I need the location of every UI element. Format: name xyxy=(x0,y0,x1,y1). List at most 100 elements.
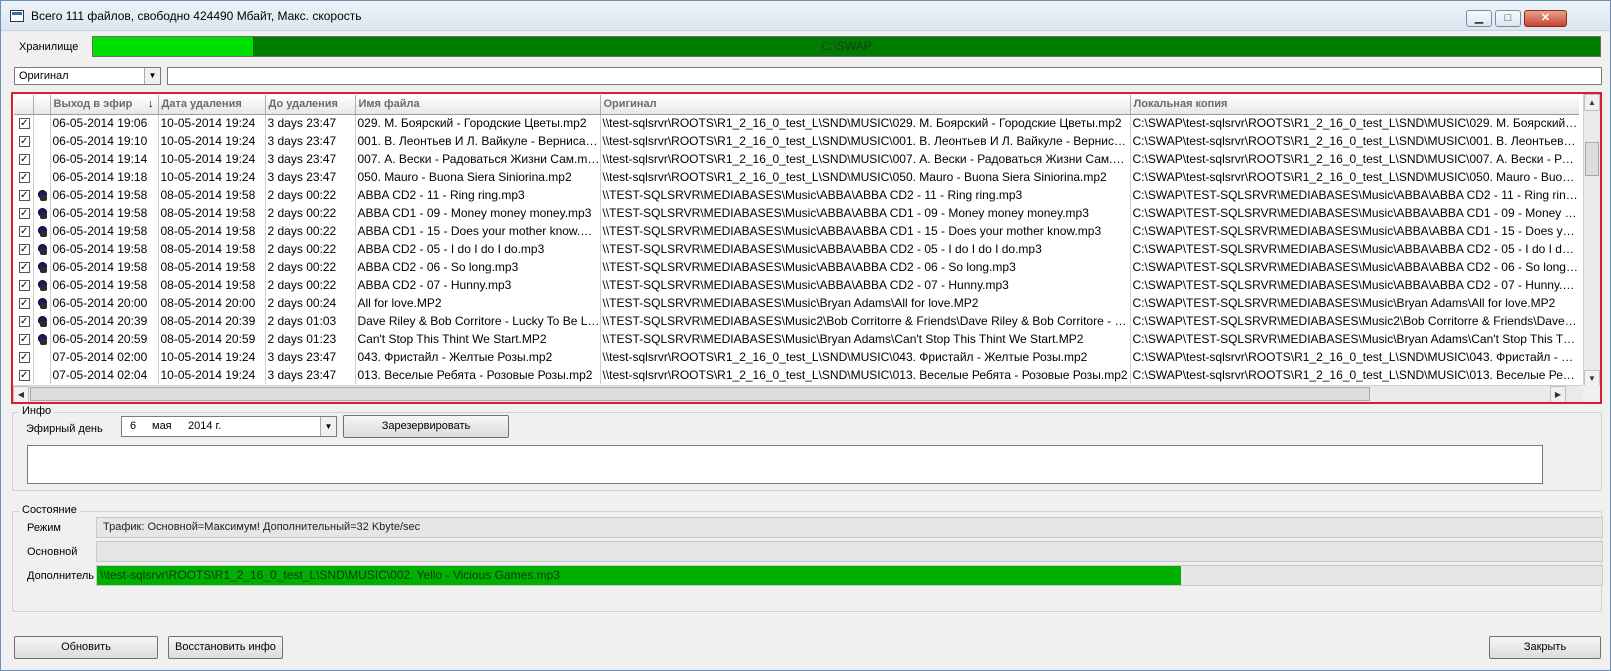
air-day-day[interactable]: 6 xyxy=(130,420,136,432)
row-checkbox[interactable]: ✓ xyxy=(18,315,30,327)
table-row[interactable]: ✓ 06-05-2014 20:00 08-05-2014 20:00 2 days … xyxy=(14,294,1579,312)
table-row[interactable]: ✓ 07-05-2014 02:00 10-05-2014 19:24 3 days … xyxy=(14,348,1579,366)
row-checkbox[interactable]: ✓ xyxy=(18,297,30,309)
maximize-button[interactable]: □ xyxy=(1495,10,1521,27)
col-header-time-left[interactable]: До удаления xyxy=(265,95,356,115)
row-checkbox[interactable]: ✓ xyxy=(18,261,30,273)
row-check-cell: ✓ xyxy=(14,294,34,312)
user-icon xyxy=(37,279,48,292)
table-row[interactable]: ✓ 06-05-2014 19:58 08-05-2014 19:58 2 days … xyxy=(14,258,1579,276)
row-checkbox[interactable]: ✓ xyxy=(18,135,30,147)
filter-select-value: Оригинал xyxy=(19,70,69,82)
time-left-cell: 3 days 23:47 xyxy=(265,114,356,132)
files-grid: Выход в эфир ↓ Дата удаления До удаления … xyxy=(11,92,1602,404)
filename-cell: ABBA CD2 - 05 - I do I do I do.mp3 xyxy=(355,240,601,258)
original-path-cell: \\TEST-SQLSRVR\MEDIABASES\Music\ABBA\ABB… xyxy=(600,276,1131,294)
row-checkbox[interactable]: ✓ xyxy=(18,369,30,381)
table-row[interactable]: ✓ 06-05-2014 19:58 08-05-2014 19:58 2 days … xyxy=(14,276,1579,294)
row-checkbox[interactable]: ✓ xyxy=(18,333,30,345)
original-path-cell: \\TEST-SQLSRVR\MEDIABASES\Music2\Bob Cor… xyxy=(600,312,1131,330)
refresh-button[interactable]: Обновить xyxy=(14,636,158,659)
original-path-cell: \\test-sqlsrvr\ROOTS\R1_2_16_0_test_L\SN… xyxy=(600,168,1131,186)
restore-info-button[interactable]: Восстановить инфо xyxy=(168,636,283,659)
row-checkbox[interactable]: ✓ xyxy=(18,279,30,291)
row-checkbox[interactable]: ✓ xyxy=(18,243,30,255)
delete-date-cell: 10-05-2014 19:24 xyxy=(158,168,266,186)
col-header-local-copy[interactable]: Локальная копия xyxy=(1130,95,1579,115)
original-path-cell: \\TEST-SQLSRVR\MEDIABASES\Music\Bryan Ad… xyxy=(600,294,1131,312)
extra-channel-file: \\test-sqlsrvr\ROOTS\R1_2_16_0_test_L\SN… xyxy=(100,568,560,582)
row-icon-cell xyxy=(33,366,51,384)
row-checkbox[interactable]: ✓ xyxy=(18,171,30,183)
row-checkbox[interactable]: ✓ xyxy=(18,189,30,201)
row-icon-cell xyxy=(33,258,51,276)
time-left-cell: 2 days 01:03 xyxy=(265,312,356,330)
table-row[interactable]: ✓ 06-05-2014 20:59 08-05-2014 20:59 2 days … xyxy=(14,330,1579,348)
filter-input[interactable] xyxy=(167,67,1602,85)
horizontal-scroll-thumb[interactable] xyxy=(30,387,1370,401)
time-left-cell: 3 days 23:47 xyxy=(265,366,356,384)
row-check-cell: ✓ xyxy=(14,186,34,204)
row-check-cell: ✓ xyxy=(14,240,34,258)
table-row[interactable]: ✓ 06-05-2014 19:10 10-05-2014 19:24 3 days … xyxy=(14,132,1579,150)
filename-cell: 007. А. Вески - Радоваться Жизни Сам.mp2 xyxy=(355,150,601,168)
air-time-cell: 06-05-2014 19:58 xyxy=(50,204,159,222)
air-day-year[interactable]: 2014 г. xyxy=(188,420,221,432)
air-day-picker[interactable]: 6 мая 2014 г. ▼ xyxy=(121,416,337,437)
table-row[interactable]: ✓ 06-05-2014 19:18 10-05-2014 19:24 3 days … xyxy=(14,168,1579,186)
row-icon-cell xyxy=(33,330,51,348)
filename-cell: All for love.MP2 xyxy=(355,294,601,312)
row-checkbox[interactable]: ✓ xyxy=(18,351,30,363)
row-checkbox[interactable]: ✓ xyxy=(18,118,30,130)
time-left-cell: 2 days 00:22 xyxy=(265,186,356,204)
air-time-cell: 06-05-2014 20:39 xyxy=(50,312,159,330)
table-row[interactable]: ✓ 06-05-2014 19:14 10-05-2014 19:24 3 days … xyxy=(14,150,1579,168)
table-row[interactable]: ✓ 06-05-2014 19:06 10-05-2014 19:24 3 days … xyxy=(14,114,1579,132)
vertical-scrollbar[interactable]: ▲ ▼ xyxy=(1583,94,1600,387)
col-header-delete-date[interactable]: Дата удаления xyxy=(158,95,266,115)
table-row[interactable]: ✓ 06-05-2014 20:39 08-05-2014 20:39 2 days … xyxy=(14,312,1579,330)
horizontal-scrollbar[interactable]: ◀ ▶ xyxy=(13,385,1583,402)
air-time-cell: 06-05-2014 19:58 xyxy=(50,222,159,240)
minimize-button[interactable]: ▁ xyxy=(1466,10,1492,27)
storage-bar: C:\SWAP xyxy=(92,36,1601,57)
files-table: Выход в эфир ↓ Дата удаления До удаления … xyxy=(14,95,1579,384)
table-row[interactable]: ✓ 06-05-2014 19:58 08-05-2014 19:58 2 days … xyxy=(14,186,1579,204)
air-time-cell: 06-05-2014 19:10 xyxy=(50,132,159,150)
reserve-button[interactable]: Зарезервировать xyxy=(343,415,509,438)
table-row[interactable]: ✓ 06-05-2014 19:58 08-05-2014 19:58 2 days … xyxy=(14,222,1579,240)
info-text-area[interactable] xyxy=(27,445,1543,484)
user-icon xyxy=(37,189,48,202)
close-window-button[interactable]: ✕ xyxy=(1524,10,1567,27)
filter-select[interactable]: Оригинал ▼ xyxy=(14,67,161,85)
col-header-air[interactable]: Выход в эфир ↓ xyxy=(50,95,159,115)
table-row[interactable]: ✓ 06-05-2014 19:58 08-05-2014 19:58 2 days … xyxy=(14,240,1579,258)
table-row[interactable]: ✓ 06-05-2014 19:58 08-05-2014 19:58 2 days … xyxy=(14,204,1579,222)
row-icon-cell xyxy=(33,132,51,150)
original-path-cell: \\test-sqlsrvr\ROOTS\R1_2_16_0_test_L\SN… xyxy=(600,150,1131,168)
air-time-cell: 06-05-2014 19:58 xyxy=(50,186,159,204)
air-day-month[interactable]: мая xyxy=(152,420,172,432)
state-group-title: Состояние xyxy=(19,504,80,516)
scroll-right-icon[interactable]: ▶ xyxy=(1550,386,1566,402)
col-header-original[interactable]: Оригинал xyxy=(600,95,1131,115)
delete-date-cell: 08-05-2014 20:59 xyxy=(158,330,266,348)
time-left-cell: 3 days 23:47 xyxy=(265,132,356,150)
scroll-left-icon[interactable]: ◀ xyxy=(13,386,29,402)
scroll-up-icon[interactable]: ▲ xyxy=(1584,94,1600,111)
filename-cell: ABBA CD1 - 09 - Money money money.mp3 xyxy=(355,204,601,222)
user-icon xyxy=(37,315,48,328)
chevron-down-icon[interactable]: ▼ xyxy=(144,68,160,84)
row-checkbox[interactable]: ✓ xyxy=(18,207,30,219)
close-button[interactable]: Закрыть xyxy=(1489,636,1601,659)
row-checkbox[interactable]: ✓ xyxy=(18,153,30,165)
local-copy-cell: C:\SWAP\test-sqlsrvr\ROOTS\R1_2_16_0_tes… xyxy=(1130,150,1579,168)
table-row[interactable]: ✓ 07-05-2014 02:04 10-05-2014 19:24 3 days … xyxy=(14,366,1579,384)
local-copy-cell: C:\SWAP\test-sqlsrvr\ROOTS\R1_2_16_0_tes… xyxy=(1130,366,1579,384)
calendar-dropdown-icon[interactable]: ▼ xyxy=(320,417,336,436)
row-icon-cell xyxy=(33,240,51,258)
col-header-filename[interactable]: Имя файла xyxy=(355,95,601,115)
vertical-scroll-thumb[interactable] xyxy=(1585,142,1599,176)
row-checkbox[interactable]: ✓ xyxy=(18,225,30,237)
local-copy-cell: C:\SWAP\TEST-SQLSRVR\MEDIABASES\Music\AB… xyxy=(1130,276,1579,294)
